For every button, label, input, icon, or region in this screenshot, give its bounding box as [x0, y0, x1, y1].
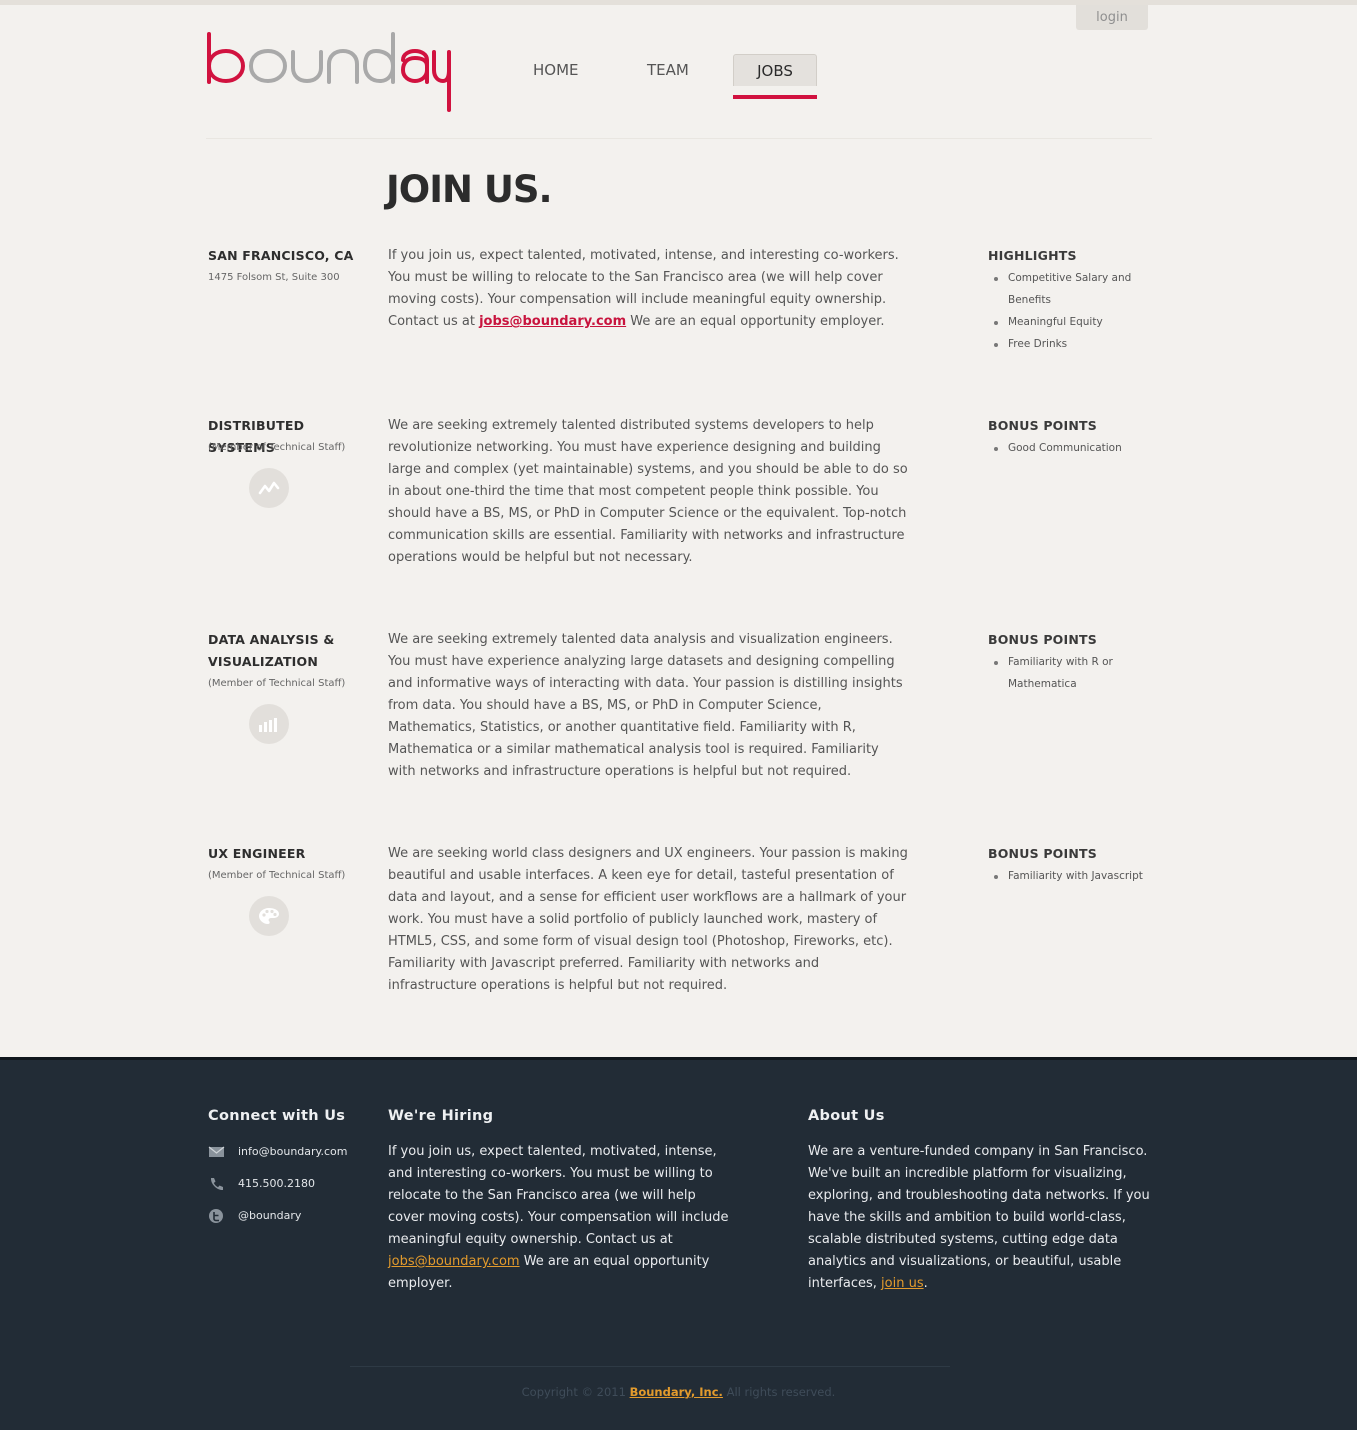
job-subtitle: (Member of Technical Staff)	[208, 870, 346, 881]
job-subtitle: (Member of Technical Staff)	[208, 442, 346, 453]
highlights-heading: HIGHLIGHTS	[988, 248, 1077, 263]
bonus-heading: BONUS POINTS	[988, 632, 1097, 647]
nav-team[interactable]: TEAM	[647, 54, 689, 86]
bar-chart-icon	[249, 704, 289, 744]
login-button[interactable]: login	[1076, 5, 1148, 30]
location-address: 1475 Folsom St, Suite 300	[208, 272, 340, 283]
nav-jobs[interactable]: JOBS	[733, 54, 817, 86]
job-title-data-analysis: DATA ANALYSIS & VISUALIZATION	[208, 632, 335, 669]
intro-text: If you join us, expect talented, motivat…	[388, 248, 899, 329]
twitter-icon	[209, 1209, 223, 1223]
about-text: We are a venture-funded company in San F…	[808, 1144, 1150, 1291]
bonus-list: Familiarity with R or Mathematica	[994, 651, 1134, 695]
bonus-list: Good Communication	[994, 437, 1156, 459]
job-description: We are seeking extremely talented data a…	[388, 632, 903, 779]
nav-home[interactable]: HOME	[533, 54, 579, 86]
list-item: Good Communication	[994, 437, 1156, 459]
job-title-ux: UX ENGINEER	[208, 846, 306, 861]
footer-divider	[350, 1366, 950, 1367]
top-strip	[0, 0, 1357, 5]
list-item: Familiarity with R or Mathematica	[994, 651, 1134, 695]
copyright: Copyright © 2011 Boundary, Inc. All righ…	[521, 1385, 836, 1399]
job-description: We are seeking extremely talented distri…	[388, 418, 908, 565]
hiring-heading: We're Hiring	[388, 1108, 494, 1124]
palette-icon	[249, 896, 289, 936]
bonus-list: Familiarity with Javascript	[994, 865, 1156, 887]
phone-icon	[210, 1178, 223, 1191]
header-divider	[206, 138, 1152, 139]
nav-active-indicator	[733, 95, 817, 99]
about-heading: About Us	[808, 1108, 885, 1124]
footer-top-border	[0, 1057, 1357, 1060]
boundary-logo[interactable]	[206, 30, 452, 116]
highlights-list: Competitive Salary and Benefits Meaningf…	[994, 267, 1156, 355]
hiring-text: If you join us, expect talented, motivat…	[388, 1144, 729, 1291]
company-link[interactable]: Boundary, Inc.	[630, 1385, 723, 1399]
jobs-email-link[interactable]: jobs@boundary.com	[479, 314, 626, 329]
footer: Connect with Us info@boundary.com 415.50…	[0, 1057, 1357, 1430]
page-title: JOIN US.	[386, 168, 553, 211]
job-description: We are seeking world class designers and…	[388, 846, 908, 993]
bonus-heading: BONUS POINTS	[988, 418, 1097, 433]
list-item: Familiarity with Javascript	[994, 865, 1156, 887]
list-item: Free Drinks	[994, 333, 1156, 355]
join-us-link[interactable]: join us	[881, 1276, 924, 1291]
mail-icon	[208, 1146, 225, 1157]
job-subtitle: (Member of Technical Staff)	[208, 678, 346, 689]
line-chart-icon	[249, 468, 289, 508]
list-item: Competitive Salary and Benefits	[994, 267, 1156, 311]
location-heading: SAN FRANCISCO, CA	[208, 248, 354, 263]
footer-jobs-email-link[interactable]: jobs@boundary.com	[388, 1254, 520, 1269]
bonus-heading: BONUS POINTS	[988, 846, 1097, 861]
list-item: Meaningful Equity	[994, 311, 1156, 333]
connect-heading: Connect with Us	[208, 1108, 346, 1124]
